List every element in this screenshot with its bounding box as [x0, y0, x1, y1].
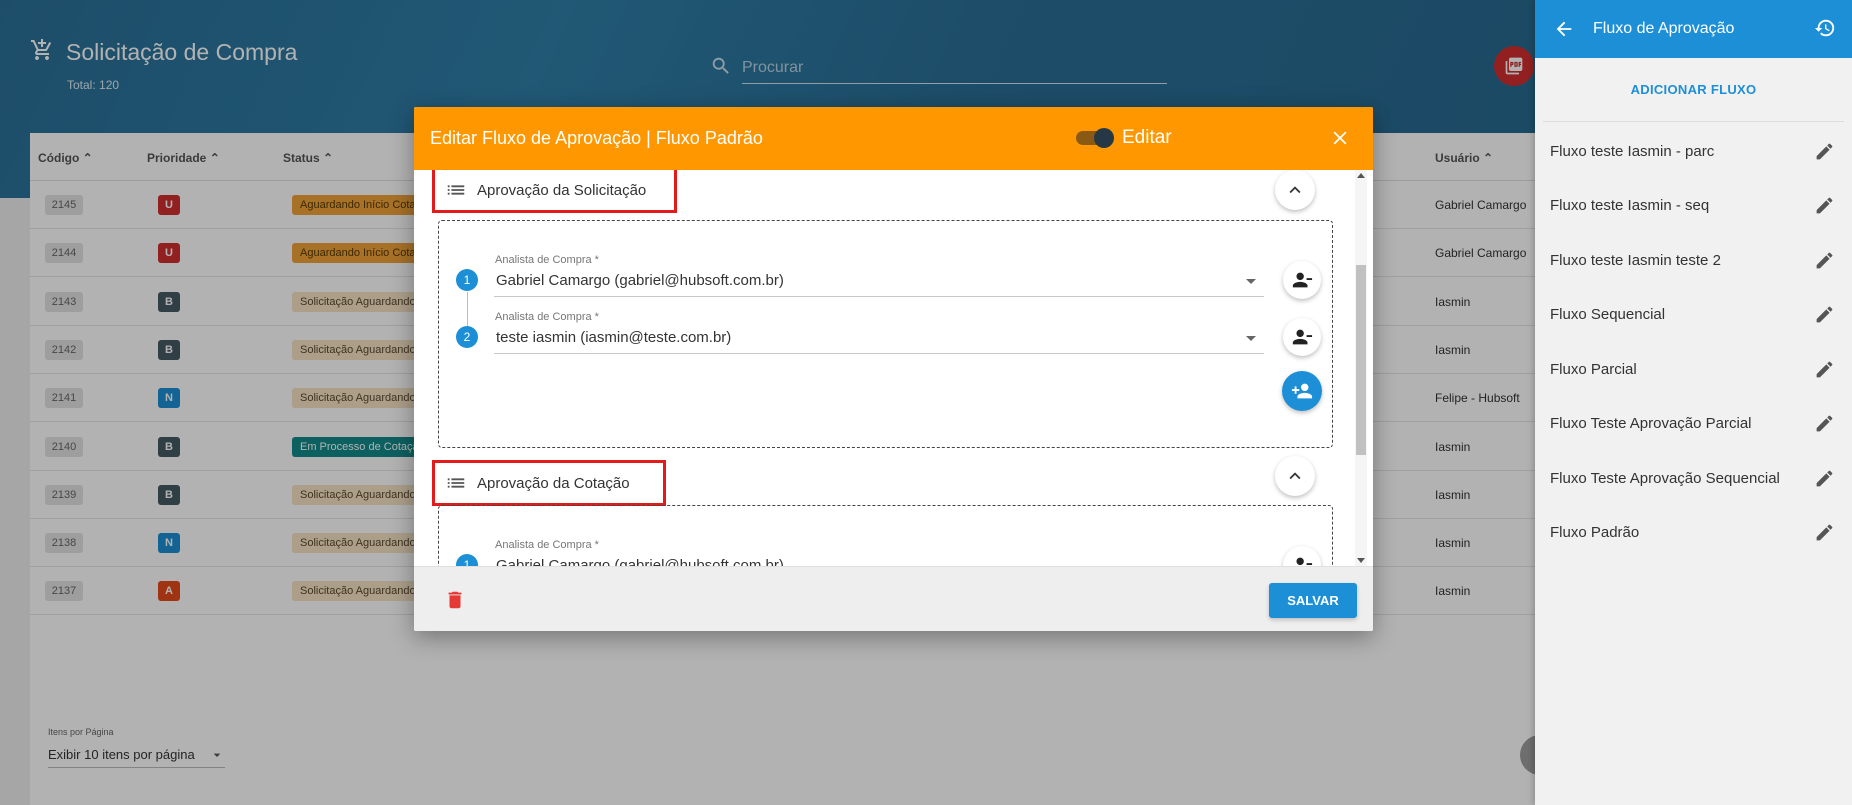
edit-pencil-icon[interactable]	[1814, 250, 1835, 271]
edit-toggle[interactable]: Editar	[1076, 127, 1172, 149]
remove-approver-button[interactable]	[1283, 318, 1321, 356]
remove-approver-button[interactable]	[1283, 261, 1321, 299]
save-button[interactable]: SALVAR	[1269, 583, 1357, 618]
steps-box: 1 Analista de Compra * Gabriel Camargo (…	[438, 505, 1333, 566]
person-remove-icon	[1292, 272, 1313, 288]
edit-pencil-icon[interactable]	[1814, 304, 1835, 325]
back-arrow-icon[interactable]	[1553, 18, 1575, 40]
flow-name: Fluxo Teste Aprovação Sequencial	[1550, 469, 1780, 487]
collapse-section-button[interactable]	[1275, 170, 1315, 210]
list-icon	[447, 185, 465, 195]
flow-list-item[interactable]: Fluxo Teste Aprovação Parcial	[1535, 397, 1852, 452]
flow-name: Fluxo teste Iasmin - seq	[1550, 197, 1710, 215]
toggle-knob	[1094, 128, 1114, 148]
add-approver-button[interactable]	[1282, 371, 1322, 411]
scroll-down-icon[interactable]	[1357, 558, 1365, 563]
scroll-thumb[interactable]	[1356, 265, 1366, 455]
edit-pencil-icon[interactable]	[1814, 468, 1835, 489]
panel-header: Fluxo de Aprovação	[1535, 0, 1852, 58]
history-button[interactable]	[1814, 17, 1836, 44]
dropdown-arrow-icon	[1246, 279, 1256, 284]
modal-body: Aprovação da Solicitação 1 Analista de C…	[414, 170, 1373, 566]
step-connector	[467, 292, 468, 326]
remove-approver-button[interactable]	[1283, 546, 1321, 566]
close-icon	[1333, 131, 1347, 145]
step-number: 1	[456, 269, 478, 291]
edit-pencil-icon[interactable]	[1814, 195, 1835, 216]
flow-list-item[interactable]: Fluxo Teste Aprovação Sequencial	[1535, 451, 1852, 506]
person-remove-icon	[1296, 557, 1313, 565]
step-number: 2	[456, 326, 478, 348]
flow-list-item[interactable]: Fluxo teste Iasmin teste 2	[1535, 233, 1852, 288]
chevron-up-icon	[1289, 472, 1301, 480]
field-label: Analista de Compra *	[495, 311, 599, 323]
flow-list-item[interactable]: Fluxo teste Iasmin - parc	[1535, 124, 1852, 179]
section-title: Aprovação da Solicitação	[477, 181, 647, 199]
modal-footer: SALVAR	[414, 566, 1373, 631]
approval-flow-panel: Fluxo de Aprovação ADICIONAR FLUXO Fluxo…	[1535, 0, 1852, 805]
section-header-cotacao: Aprovação da Cotação	[432, 460, 666, 506]
collapse-section-button[interactable]	[1275, 456, 1315, 496]
flow-name: Fluxo Teste Aprovação Parcial	[1550, 415, 1752, 433]
analyst-select[interactable]: Gabriel Camargo (gabriel@hubsoft.com.br)	[494, 552, 1264, 566]
flow-list-item[interactable]: Fluxo Sequencial	[1535, 288, 1852, 343]
add-flow-button[interactable]: ADICIONAR FLUXO	[1543, 58, 1844, 122]
edit-pencil-icon[interactable]	[1814, 359, 1835, 380]
edit-flow-modal: Editar Fluxo de Aprovação | Fluxo Padrão…	[414, 107, 1373, 631]
field-label: Analista de Compra *	[495, 254, 599, 266]
person-add-icon	[1291, 383, 1313, 399]
close-button[interactable]	[1329, 127, 1351, 154]
step-number: 1	[456, 554, 478, 566]
steps-box: 1 Analista de Compra * Gabriel Camargo (…	[438, 220, 1333, 448]
modal-title: Editar Fluxo de Aprovação | Fluxo Padrão	[430, 128, 763, 148]
list-icon	[447, 478, 465, 488]
edit-pencil-icon[interactable]	[1814, 522, 1835, 543]
flow-list-item[interactable]: Fluxo Padrão	[1535, 506, 1852, 561]
edit-pencil-icon[interactable]	[1814, 141, 1835, 162]
analyst-value: Gabriel Camargo (gabriel@hubsoft.com.br)	[496, 557, 784, 566]
flow-list-item[interactable]: Fluxo Parcial	[1535, 342, 1852, 397]
flow-name: Fluxo teste Iasmin teste 2	[1550, 251, 1721, 269]
panel-title: Fluxo de Aprovação	[1593, 20, 1735, 37]
analyst-select[interactable]: teste iasmin (iasmin@teste.com.br)	[494, 324, 1264, 354]
flow-name: Fluxo Parcial	[1550, 360, 1637, 378]
section-header-solicitacao: Aprovação da Solicitação	[432, 170, 677, 213]
flow-list-item[interactable]: Fluxo teste Iasmin - seq	[1535, 179, 1852, 234]
modal-header: Editar Fluxo de Aprovação | Fluxo Padrão…	[414, 107, 1373, 170]
flow-name: Fluxo Sequencial	[1550, 306, 1666, 324]
section-title: Aprovação da Cotação	[477, 474, 630, 492]
flow-list: Fluxo teste Iasmin - parc Fluxo teste Ias…	[1535, 122, 1852, 560]
analyst-value: teste iasmin (iasmin@teste.com.br)	[496, 329, 732, 346]
history-icon	[1814, 19, 1835, 37]
edit-pencil-icon[interactable]	[1814, 413, 1835, 434]
flow-name: Fluxo Padrão	[1550, 524, 1640, 542]
modal-scrollbar[interactable]	[1355, 170, 1367, 566]
analyst-select[interactable]: Gabriel Camargo (gabriel@hubsoft.com.br)	[494, 267, 1264, 297]
toggle-label: Editar	[1122, 127, 1172, 148]
delete-flow-button[interactable]	[444, 589, 466, 616]
toggle-switch[interactable]	[1076, 128, 1114, 148]
analyst-value: Gabriel Camargo (gabriel@hubsoft.com.br)	[496, 272, 784, 289]
person-remove-icon	[1292, 329, 1313, 345]
field-label: Analista de Compra *	[495, 539, 599, 551]
flow-name: Fluxo teste Iasmin - parc	[1550, 142, 1715, 160]
trash-icon	[448, 591, 462, 609]
dropdown-arrow-icon	[1246, 336, 1256, 341]
chevron-up-icon	[1289, 186, 1301, 194]
scroll-up-icon[interactable]	[1357, 173, 1365, 178]
